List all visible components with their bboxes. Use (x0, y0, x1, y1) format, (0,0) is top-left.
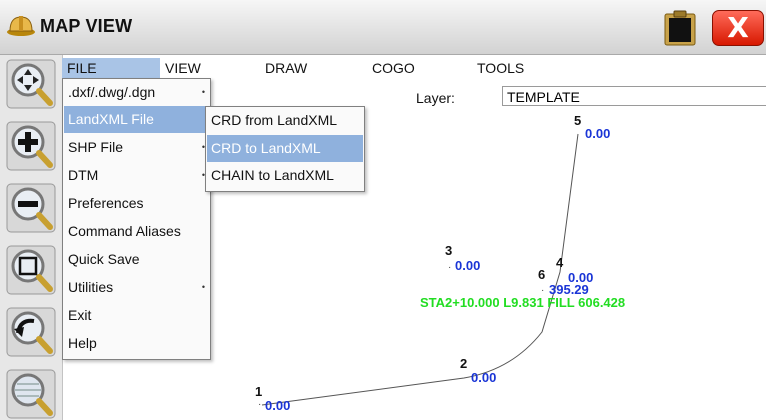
clipboard-icon[interactable] (662, 10, 698, 46)
menu-item-landxml[interactable]: LandXML File (64, 106, 209, 133)
menu-item-command-aliases[interactable]: Command Aliases (64, 218, 209, 245)
menu-item-chain-to-landxml[interactable]: CHAIN to LandXML (207, 162, 363, 189)
point-number: 4 (556, 255, 564, 270)
menu-item-exit[interactable]: Exit (64, 302, 209, 329)
menu-item-preferences[interactable]: Preferences (64, 190, 209, 217)
point-number: 2 (460, 356, 467, 371)
menu-item-utilities[interactable]: Utilities • (64, 274, 209, 301)
hard-hat-icon (7, 16, 35, 36)
menu-item-crd-from-landxml[interactable]: CRD from LandXML (207, 107, 363, 134)
file-menu: .dxf/.dwg/.dgn • LandXML File SHP File • D… (62, 78, 211, 360)
menu-item-crd-to-landxml[interactable]: CRD to LandXML (207, 135, 363, 162)
window-title: MAP VIEW (40, 16, 133, 36)
menu-item-quick-save[interactable]: Quick Save (64, 246, 209, 273)
point-number: 1 (255, 384, 262, 399)
menu-view[interactable]: VIEW (160, 58, 215, 78)
point-elevation: 0.00 (455, 258, 480, 273)
point-number: 3 (445, 243, 452, 258)
menu-draw[interactable]: DRAW (260, 58, 325, 78)
point-number: 6 (538, 267, 545, 282)
menu-cogo[interactable]: COGO (367, 58, 432, 78)
title-bar: MAP VIEW X (0, 0, 766, 55)
zoom-window-icon[interactable] (6, 245, 56, 295)
zoom-previous-icon[interactable] (6, 307, 56, 357)
menu-file[interactable]: FILE (62, 58, 160, 78)
menu-item-shp[interactable]: SHP File • (64, 134, 209, 161)
landxml-submenu: CRD from LandXML CRD to LandXML CHAIN to… (205, 106, 365, 192)
point-marker: · (258, 399, 261, 410)
point-elevation: 0.00 (471, 370, 496, 385)
menu-item-dxf[interactable]: .dxf/.dwg/.dgn • (64, 79, 209, 106)
layer-label: Layer: (416, 90, 455, 106)
menu-item-dtm[interactable]: DTM • (64, 162, 209, 189)
point-elevation: 0.00 (585, 126, 610, 141)
menu-bar: FILE VIEW DRAW COGO TOOLS (62, 58, 766, 78)
station-label: STA2+10.000 L9.831 FILL 606.428 (420, 295, 625, 310)
point-number: 5 (574, 113, 581, 128)
submenu-arrow-icon: • (201, 87, 205, 97)
map-toolbar (0, 55, 63, 420)
zoom-extents-icon[interactable] (6, 369, 56, 419)
pan-icon[interactable] (6, 59, 56, 109)
zoom-in-icon[interactable] (6, 121, 56, 171)
menu-item-help[interactable]: Help (64, 330, 209, 357)
menu-tools[interactable]: TOOLS (472, 58, 537, 78)
zoom-out-icon[interactable] (6, 183, 56, 233)
layer-field[interactable]: TEMPLATE (502, 86, 766, 106)
point-elevation: 0.00 (265, 398, 290, 413)
point-marker: · (448, 262, 451, 273)
submenu-arrow-icon: • (201, 282, 205, 292)
close-button[interactable]: X (712, 10, 764, 46)
